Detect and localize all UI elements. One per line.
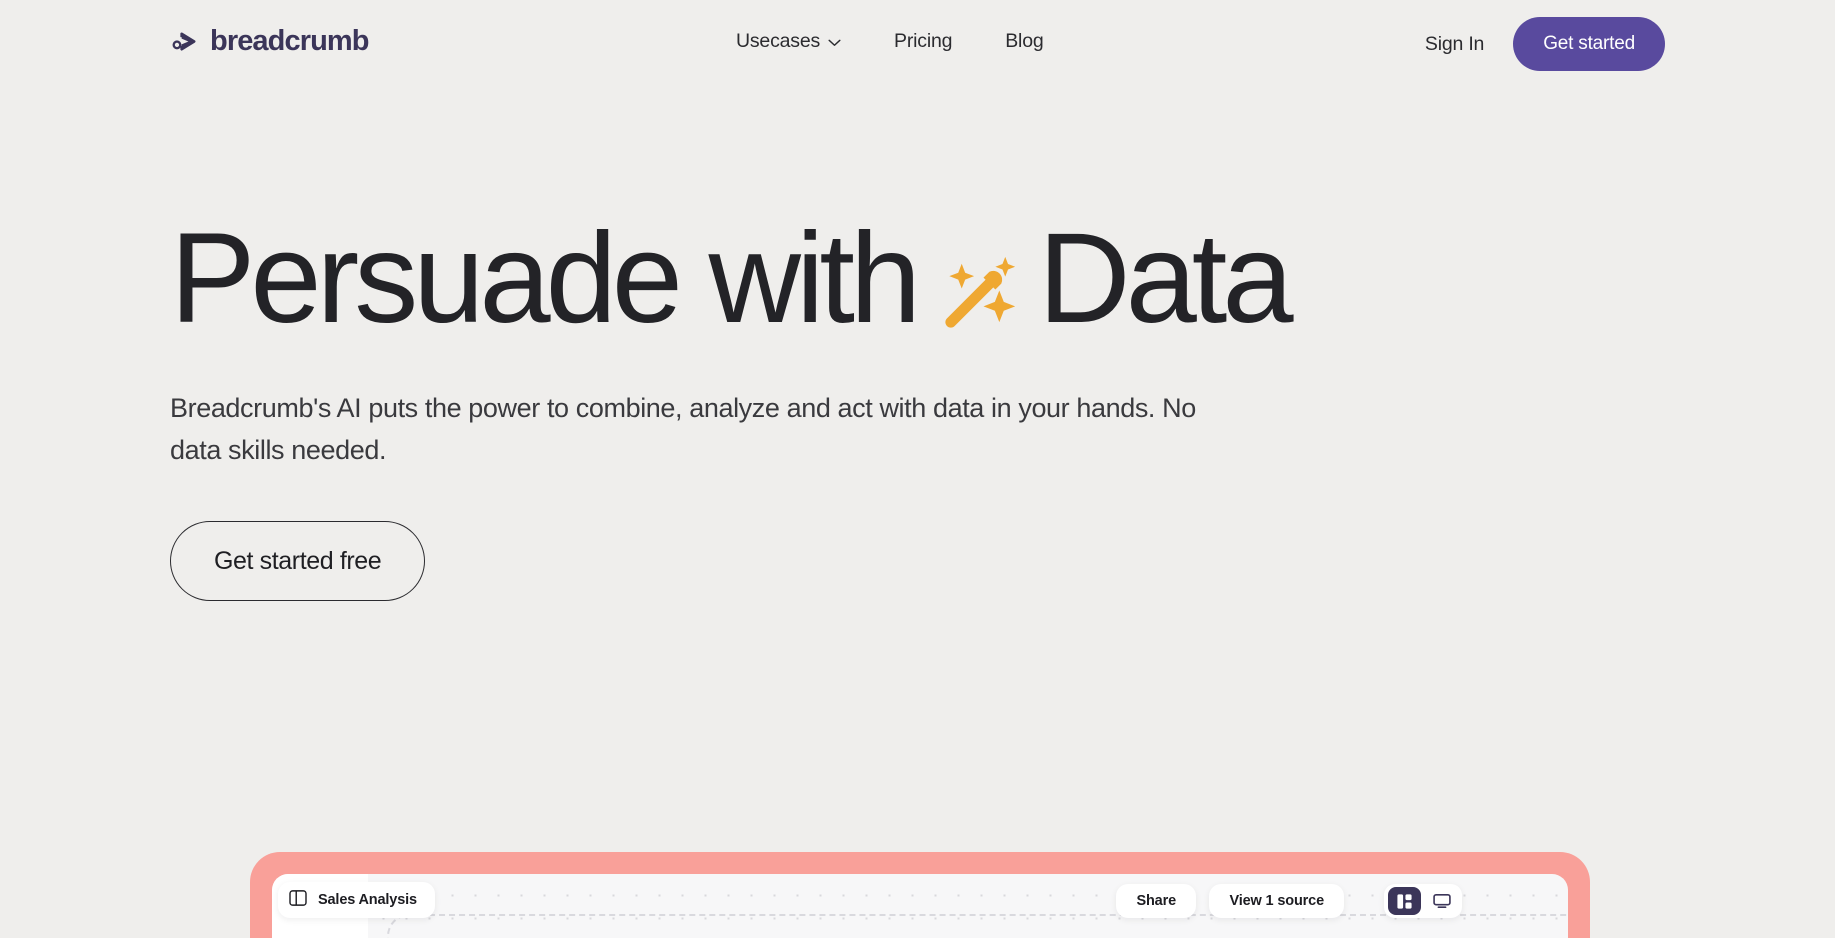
dashboard-layout-icon[interactable]	[1388, 887, 1421, 915]
nav-item-pricing[interactable]: Pricing	[894, 30, 952, 53]
canvas-selection-outline	[387, 914, 1568, 938]
hero-subheadline: Breadcrumb's AI puts the power to combin…	[170, 393, 1196, 465]
presentation-monitor-icon[interactable]	[1425, 887, 1458, 915]
main-navigation: Usecases Pricing Blog	[736, 30, 1044, 53]
chevron-down-icon	[828, 30, 841, 53]
get-started-free-button[interactable]: Get started free	[170, 520, 426, 601]
nav-item-blog-label: Blog	[1005, 30, 1044, 52]
share-button[interactable]: Share	[1116, 884, 1196, 918]
sidebar-toggle-icon[interactable]	[289, 890, 307, 910]
view-source-button[interactable]: View 1 source	[1209, 884, 1344, 918]
magic-wand-icon	[934, 232, 1029, 328]
view-mode-switcher	[1384, 884, 1462, 918]
headline-part-one: Persuade with	[170, 207, 921, 350]
nav-item-usecases-label: Usecases	[736, 30, 821, 52]
app-preview-canvas: Sales Analysis Share View 1 source Welco…	[272, 874, 1568, 938]
header-actions: Sign In Get started	[1421, 17, 1665, 71]
breadcrumb-arrow-icon	[170, 26, 201, 57]
sign-in-link[interactable]: Sign In	[1421, 25, 1488, 64]
get-started-button[interactable]: Get started	[1513, 17, 1665, 71]
nav-item-pricing-label: Pricing	[894, 30, 953, 52]
logo-wordmark: breadcrumb	[210, 25, 370, 57]
hero-section: Persuade with Data Breadcrumb's AI puts …	[170, 207, 1294, 601]
page-title: Persuade with Data	[170, 207, 1294, 350]
logo[interactable]: breadcrumb	[170, 25, 370, 57]
document-title-label: Sales Analysis	[318, 892, 417, 908]
nav-item-usecases[interactable]: Usecases	[736, 30, 841, 53]
app-preview-frame: Sales Analysis Share View 1 source Welco…	[250, 852, 1590, 938]
headline-part-two: Data	[1038, 207, 1293, 350]
document-title-chip[interactable]: Sales Analysis	[278, 882, 435, 918]
site-header: breadcrumb Usecases Pricing Blog Sign In…	[0, 0, 1835, 93]
nav-item-blog[interactable]: Blog	[1005, 30, 1043, 53]
